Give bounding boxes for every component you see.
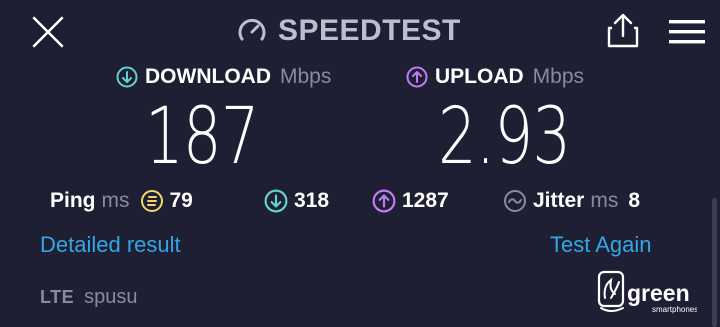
- hamburger-menu-icon: [669, 20, 705, 44]
- app-title-text: SPEEDTEST: [278, 14, 461, 47]
- upload-header: UPLOAD Mbps: [406, 63, 584, 91]
- upload-unit: Mbps: [532, 65, 585, 88]
- carrier-info: LTE spusu: [40, 286, 138, 309]
- download-speed-value: 187: [145, 92, 260, 182]
- test-again-link[interactable]: Test Again: [550, 232, 652, 258]
- close-icon: [32, 16, 64, 48]
- detailed-result-link[interactable]: Detailed result: [40, 232, 181, 258]
- green-smartphones-logo-icon: green smartphones: [597, 270, 698, 314]
- upload-latency-value: 1287: [402, 189, 449, 212]
- logo-wordmark: green: [627, 280, 690, 306]
- upload-label: UPLOAD: [435, 65, 524, 88]
- idle-latency-icon: [140, 190, 163, 212]
- share-button[interactable]: [604, 12, 642, 50]
- ping-value: 79: [169, 189, 193, 212]
- ping-unit: ms: [101, 189, 130, 212]
- upload-speed-value: 2.93: [438, 92, 571, 182]
- upload-arrow-icon: [406, 66, 428, 88]
- share-icon: [607, 13, 639, 48]
- download-header: DOWNLOAD Mbps: [116, 63, 331, 91]
- logo-subtext: smartphones: [652, 305, 697, 314]
- scrollbar[interactable]: [712, 198, 717, 327]
- upload-latency-icon: [372, 189, 396, 213]
- ping-label: Ping: [50, 189, 96, 212]
- ping-stat: Ping ms 79: [50, 186, 193, 216]
- download-latency-value: 318: [294, 189, 330, 212]
- close-button[interactable]: [30, 14, 66, 50]
- download-latency-stat: 318: [264, 186, 329, 216]
- jitter-label: Jitter: [533, 189, 585, 212]
- jitter-stat: Jitter ms 8: [503, 186, 640, 216]
- jitter-icon: [504, 190, 526, 212]
- download-arrow-icon: [116, 66, 138, 88]
- jitter-unit: ms: [590, 189, 619, 212]
- network-type: LTE: [40, 287, 75, 307]
- carrier-name: spusu: [84, 286, 138, 308]
- jitter-value: 8: [628, 189, 641, 212]
- speedometer-icon: [238, 18, 266, 41]
- green-smartphones-logo: green smartphones: [597, 268, 698, 318]
- download-latency-icon: [264, 189, 288, 213]
- upload-latency-stat: 1287: [372, 186, 449, 216]
- download-unit: Mbps: [279, 65, 332, 88]
- download-label: DOWNLOAD: [145, 65, 271, 88]
- menu-button[interactable]: [668, 18, 706, 46]
- app-title: SPEEDTEST: [236, 13, 461, 49]
